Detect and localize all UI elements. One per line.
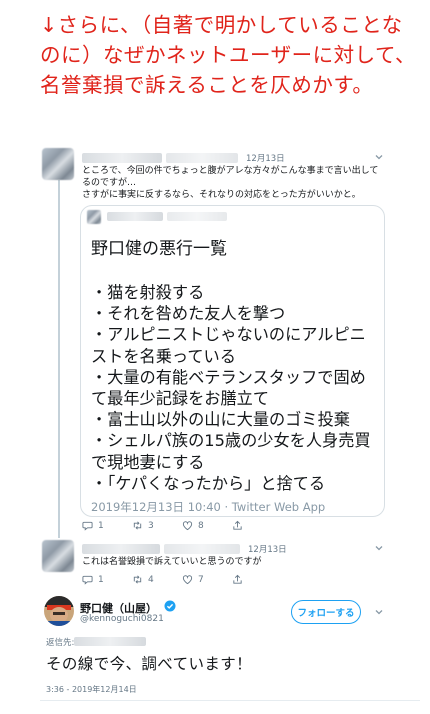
quote-date: 2019年12月13日 10:40 · [91, 500, 232, 514]
reply-to-handle[interactable] [74, 637, 146, 646]
author-handle [164, 544, 240, 554]
author-name[interactable] [82, 153, 162, 163]
share-icon [233, 520, 242, 530]
share-button[interactable] [232, 574, 282, 585]
reply-count: 1 [98, 574, 104, 585]
retweet-icon [133, 575, 142, 584]
follow-button[interactable]: フォローする [291, 600, 361, 624]
retweet-count: 3 [148, 520, 154, 531]
headline-text: ↓さらに、（自著で明かしていることなのに）なぜかネットユーザーに対して、名誉棄損… [40, 13, 416, 97]
quote-list: ・猫を射殺する ・それを咎めた友人を撃つ ・アルピニストじゃないのにアルピニスト… [91, 283, 371, 493]
divider [40, 700, 420, 701]
main-tweet-text: その線で今、調べています！ [46, 655, 253, 673]
tweet-date[interactable]: 12月13日 [248, 543, 287, 555]
reply-icon [82, 575, 93, 585]
retweet-button[interactable]: 3 [132, 520, 182, 531]
chevron-down-icon[interactable] [374, 607, 384, 617]
reply-to-label: 返信先: [46, 638, 75, 648]
tweet-actions: 1 4 7 [82, 574, 282, 585]
tweet-actions: 1 3 8 [82, 520, 282, 531]
heart-icon [182, 521, 193, 531]
reply-icon [82, 521, 93, 531]
tweet-text: これは名誉毀損で訴えていいと思うのですが [82, 557, 262, 567]
tweet-text: ところで、今回の件でちょっと腹がアレな方々がこんな事まで言い出してるのですが… … [82, 166, 379, 200]
avatar[interactable] [42, 148, 74, 180]
retweet-count: 4 [148, 574, 154, 585]
quote-title: 野口健の悪行一覧 [91, 239, 227, 259]
chevron-down-icon[interactable] [374, 152, 384, 162]
quoted-author-name [107, 212, 163, 221]
quote-client: Twitter Web App [231, 500, 326, 514]
reply-button[interactable]: 1 [82, 520, 132, 531]
tweet-date[interactable]: 12月13日 [246, 152, 285, 164]
reply-count: 1 [98, 520, 104, 531]
thread-line [58, 180, 60, 538]
like-count: 8 [198, 520, 204, 531]
avatar [87, 210, 101, 224]
like-button[interactable]: 8 [182, 520, 232, 531]
author-handle [166, 153, 238, 163]
share-button[interactable] [232, 520, 282, 531]
retweet-icon [133, 521, 142, 530]
share-icon [233, 574, 242, 584]
tweet-timestamp[interactable]: 3:36 - 2019年12月14日 [46, 684, 137, 695]
author-handle[interactable]: @kennoguchi0821 [80, 614, 164, 624]
like-button[interactable]: 7 [182, 574, 232, 585]
retweet-button[interactable]: 4 [132, 574, 182, 585]
reply-button[interactable]: 1 [82, 574, 132, 585]
heart-icon [182, 575, 193, 585]
quote-footer: 2019年12月13日 10:40 · Twitter Web App [91, 499, 325, 515]
chevron-down-icon[interactable] [374, 543, 384, 553]
author-name[interactable] [82, 544, 160, 554]
verified-icon [164, 600, 176, 612]
avatar[interactable] [42, 540, 74, 572]
like-count: 7 [198, 574, 204, 585]
quoted-author-handle [167, 212, 227, 221]
avatar[interactable] [44, 596, 74, 626]
quoted-tweet-card[interactable]: 野口健の悪行一覧 ・猫を射殺する ・それを咎めた友人を撃つ ・アルピニストじゃな… [80, 205, 385, 517]
